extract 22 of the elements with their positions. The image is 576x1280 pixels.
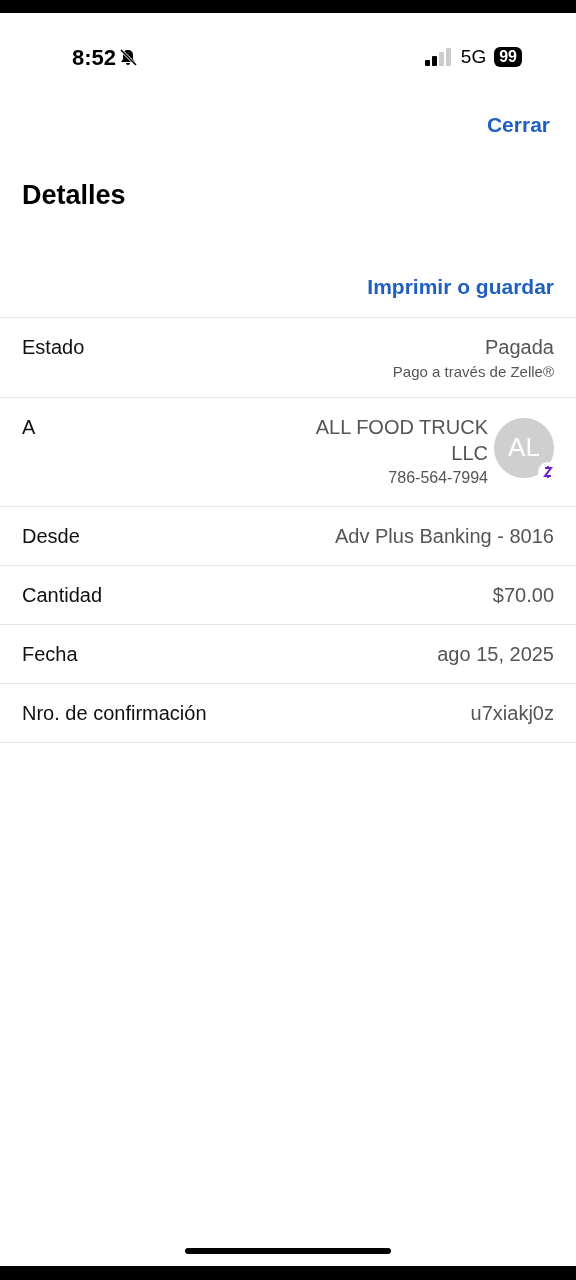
row-value: ago 15, 2025 — [437, 641, 554, 667]
row-label: Cantidad — [22, 582, 103, 608]
payee-phone: 786-564-7994 — [388, 467, 488, 488]
row-label: Fecha — [22, 641, 78, 667]
signal-icon — [424, 48, 453, 66]
close-button[interactable]: Cerrar — [486, 109, 550, 141]
network-label: 5G — [460, 44, 487, 69]
muted-bell-icon — [118, 47, 139, 67]
row-value: $70.00 — [492, 582, 554, 608]
row-label: Estado — [22, 334, 85, 360]
row-note: Pago a través de Zelle® — [392, 361, 554, 382]
row-value: u7xiakj0z — [470, 700, 554, 726]
battery-level: 99 — [494, 47, 522, 67]
payee-name: ALL FOOD TRUCK LLC — [314, 414, 488, 466]
row-label: A — [22, 414, 36, 440]
status-time: 8:52 — [72, 43, 117, 72]
row-label: Desde — [22, 523, 80, 549]
page-title: Detalles — [21, 178, 127, 212]
row-value: Pagada — [485, 334, 554, 360]
print-save-link[interactable]: Imprimir o guardar — [367, 271, 554, 303]
row-value: Adv Plus Banking - 8016 — [334, 523, 554, 549]
row-label: Nro. de confirmación — [22, 700, 207, 726]
